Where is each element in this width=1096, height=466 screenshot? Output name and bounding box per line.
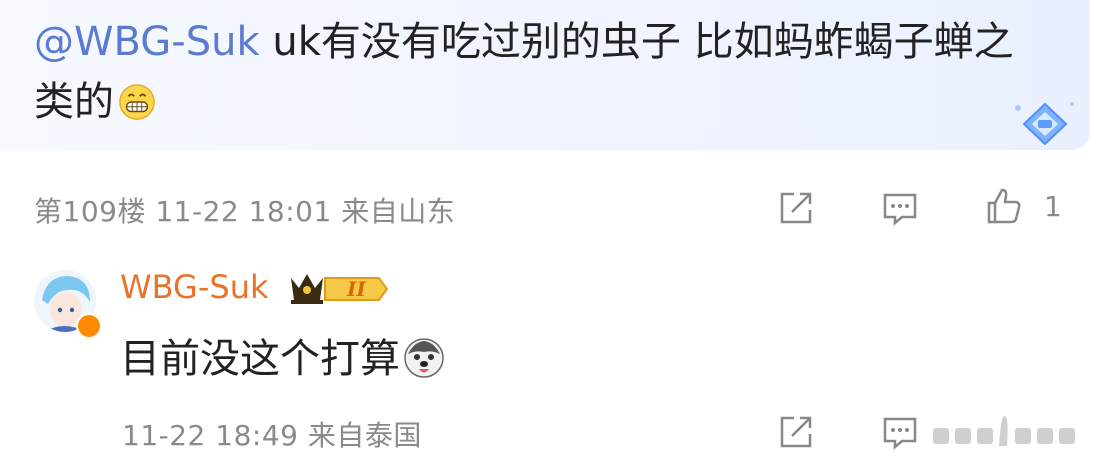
husky-emoji-icon <box>404 338 444 378</box>
sparkle-diamond-icon <box>1015 102 1074 146</box>
grin-emoji-icon <box>119 84 155 120</box>
crown-icon: II <box>291 274 389 304</box>
like-icon[interactable] <box>983 186 1023 226</box>
reply-comment-icon[interactable] <box>880 412 920 452</box>
reply-location: 来自泰国 <box>307 419 422 452</box>
verified-icon <box>76 313 102 339</box>
reply-share-icon[interactable] <box>776 412 816 452</box>
mention-link[interactable]: @WBG-Suk <box>34 19 260 65</box>
comment-icon[interactable] <box>880 188 920 228</box>
badge-level: II <box>346 277 366 301</box>
post-location: 来自山东 <box>341 195 456 228</box>
post-time: 11-22 18:01 <box>155 195 332 228</box>
post-meta: 第109楼 11-22 18:01 来自山东 <box>34 190 455 230</box>
reply-time: 11-22 18:49 <box>122 419 299 452</box>
reply-author-name[interactable]: WBG-Suk <box>120 268 269 306</box>
like-count: 1 <box>1044 190 1062 223</box>
quoted-comment-bubble: @WBG-Suk uk有没有吃过别的虫子 比如蚂蚱蝎子蝉之类的 <box>0 0 1090 150</box>
share-icon[interactable] <box>776 188 816 228</box>
watermark-icon <box>933 415 1075 446</box>
floor-number: 第109楼 <box>34 195 146 228</box>
comment-text: @WBG-Suk uk有没有吃过别的虫子 比如蚂蚱蝎子蝉之类的 <box>34 12 1034 132</box>
reply-meta: 11-22 18:49 来自泰国 <box>122 414 422 454</box>
reply-body: 目前没这个打算 <box>120 336 400 382</box>
reply-text: 目前没这个打算 <box>120 326 446 384</box>
